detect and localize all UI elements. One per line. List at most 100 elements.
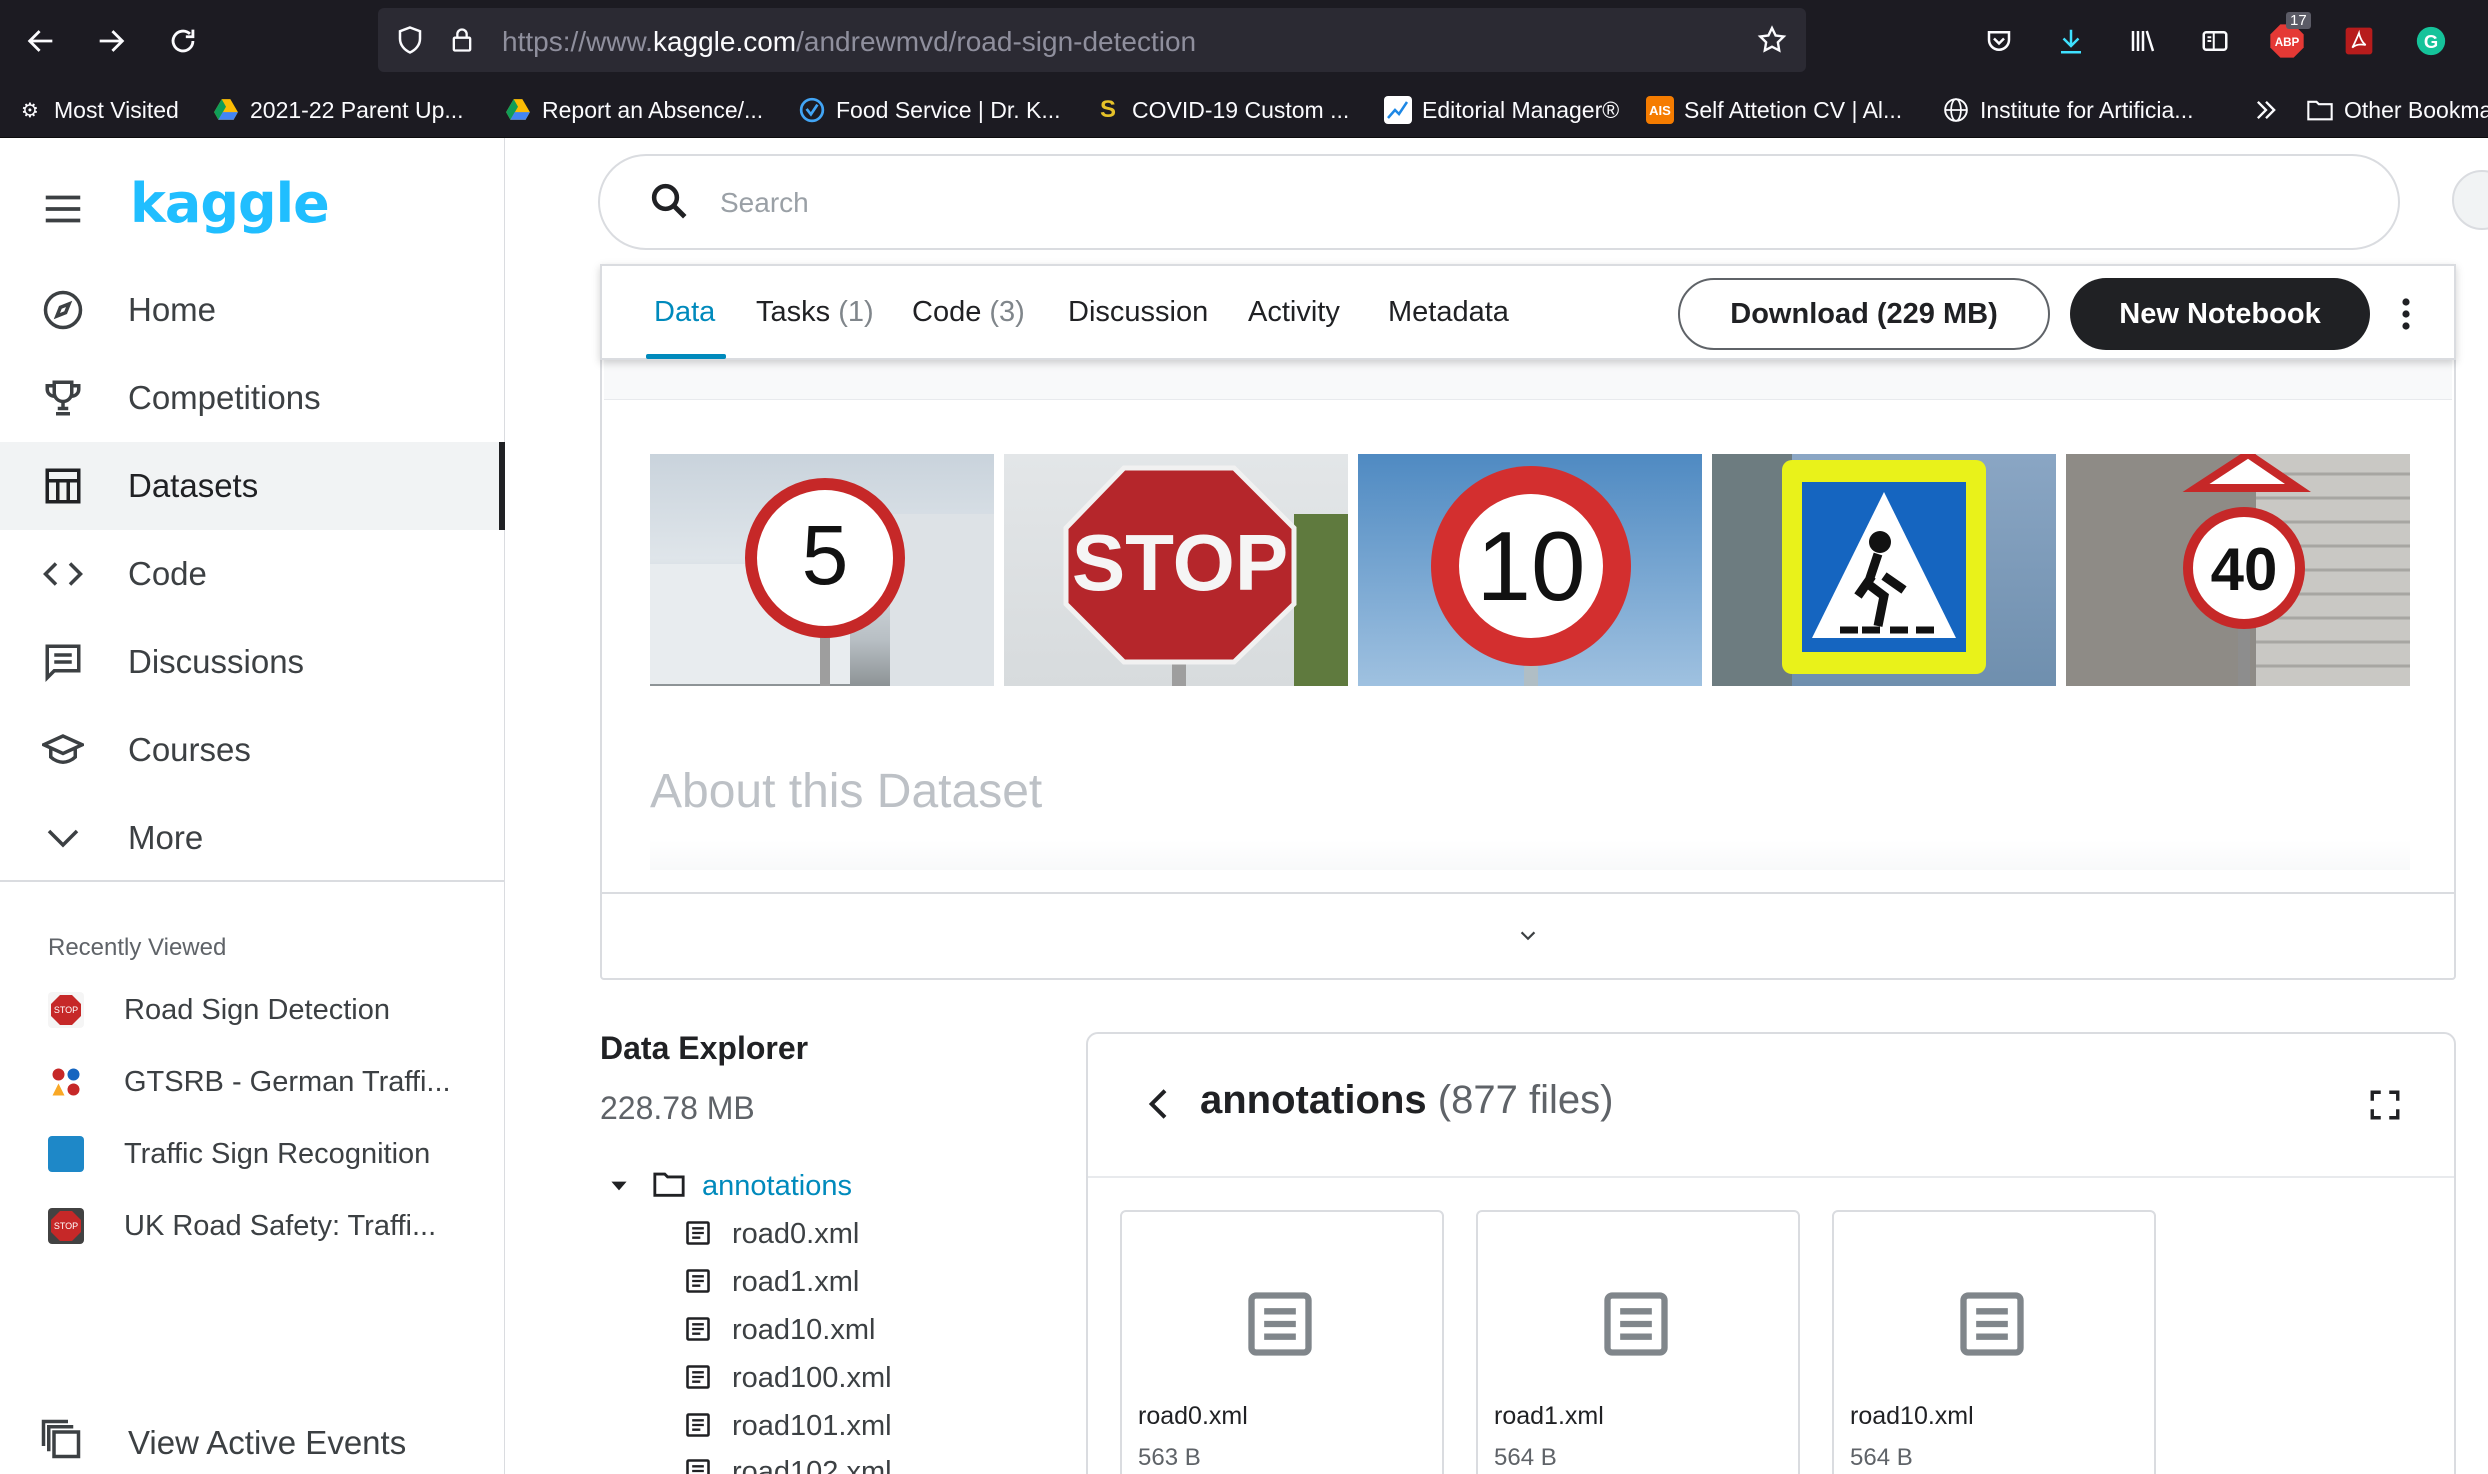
about-dataset-heading: About this Dataset	[650, 765, 1043, 818]
sidebar-item-competitions[interactable]: Competitions	[0, 354, 505, 442]
adblock-icon[interactable]: ABP 17	[2264, 12, 2311, 64]
download-icon[interactable]	[2048, 18, 2094, 64]
card-scrolled-header-strip	[604, 360, 2452, 400]
more-options-icon[interactable]	[2386, 288, 2426, 340]
document-icon	[1598, 1286, 1674, 1362]
svg-text:ABP: ABP	[2275, 36, 2300, 49]
dataset-thumbnail	[48, 1064, 84, 1100]
url-bar[interactable]: https://www.kaggle.com/andrewmvd/road-si…	[378, 8, 1806, 72]
url-text[interactable]: https://www.kaggle.com/andrewmvd/road-si…	[502, 26, 1196, 58]
recently-viewed-heading: Recently Viewed	[48, 934, 227, 961]
svg-text:STOP: STOP	[54, 1221, 78, 1231]
sidebar-item-datasets[interactable]: Datasets	[0, 442, 505, 530]
tree-file[interactable]: road101.xml	[684, 1406, 892, 1446]
document-icon	[1954, 1286, 2030, 1362]
bookmark-food-service[interactable]: Food Service | Dr. K...	[798, 92, 1061, 128]
adblock-badge: 17	[2286, 12, 2311, 29]
bookmark-covid-custom[interactable]: S COVID-19 Custom ...	[1094, 92, 1349, 128]
tab-tasks[interactable]: Tasks (1)	[756, 296, 874, 329]
grammarly-icon[interactable]: G	[2408, 18, 2454, 64]
kaggle-logo[interactable]: kaggle	[130, 172, 330, 235]
bookmark-report-absence[interactable]: Report an Absence/...	[504, 92, 763, 128]
library-icon[interactable]	[2120, 18, 2166, 64]
bookmark-editorial-manager[interactable]: Editorial Manager®	[1384, 92, 1619, 128]
comment-icon	[40, 639, 86, 685]
tree-file[interactable]: road100.xml	[684, 1358, 892, 1398]
sidebar-item-label: Home	[128, 291, 217, 328]
tree-file[interactable]: road1.xml	[684, 1262, 859, 1302]
recent-item-road-sign-detection[interactable]: STOP Road Sign Detection	[0, 978, 505, 1042]
tree-file[interactable]: road102.xml	[684, 1452, 892, 1474]
star-bookmark-icon[interactable]	[1752, 20, 1792, 60]
svg-text:G: G	[2424, 31, 2438, 52]
dataset-tab-bar: Data Tasks (1) Code (3) Discussion Activ…	[600, 264, 2456, 360]
user-avatar[interactable]	[2452, 170, 2488, 230]
caret-down-icon[interactable]	[606, 1173, 632, 1199]
tab-discussion[interactable]: Discussion	[1068, 296, 1208, 329]
trophy-icon	[40, 375, 86, 421]
chevron-down-icon	[40, 815, 86, 861]
sign-image-speed-40[interactable]: 40	[2066, 454, 2410, 686]
hamburger-menu-icon[interactable]	[40, 186, 86, 232]
recent-item-gtsrb[interactable]: GTSRB - German Traffi...	[0, 1050, 505, 1114]
lock-icon[interactable]	[442, 20, 482, 60]
document-icon	[684, 1411, 714, 1441]
file-card[interactable]: road1.xml 564 B	[1476, 1210, 1800, 1474]
tab-activity[interactable]: Activity	[1248, 296, 1340, 329]
folder-icon	[2306, 96, 2334, 124]
sidebar-item-label: Discussions	[128, 643, 305, 680]
recent-item-uk-road-safety[interactable]: STOP UK Road Safety: Traffi...	[0, 1194, 505, 1258]
file-card[interactable]: road0.xml 563 B	[1120, 1210, 1444, 1474]
sidebar-item-courses[interactable]: Courses	[0, 706, 505, 794]
bookmark-self-attention[interactable]: AIS Self Attetion CV | Al...	[1646, 92, 1902, 128]
sidebar-item-more[interactable]: More	[0, 794, 505, 882]
bookmarks-overflow-chevron-icon[interactable]	[2252, 92, 2280, 128]
editorial-manager-icon	[1384, 96, 1412, 124]
google-drive-icon	[504, 96, 532, 124]
sidebar: kaggle Home Competitions Datasets Code D…	[0, 138, 505, 1474]
bookmark-parent-update[interactable]: 2021-22 Parent Up...	[212, 92, 464, 128]
tab-data[interactable]: Data	[654, 296, 715, 329]
reader-view-icon[interactable]	[2192, 18, 2238, 64]
back-arrow-icon[interactable]	[18, 18, 64, 64]
search-icon[interactable]	[648, 180, 694, 226]
card-divider	[602, 892, 2454, 894]
tab-metadata[interactable]: Metadata	[1388, 296, 1509, 329]
pocket-icon[interactable]	[1976, 18, 2022, 64]
bookmark-most-visited[interactable]: ⚙ Most Visited	[16, 92, 179, 128]
tree-file[interactable]: road10.xml	[684, 1310, 875, 1350]
search-bar[interactable]	[598, 154, 2400, 250]
sign-text: 40	[2211, 536, 2278, 603]
expand-chevron-icon[interactable]	[1510, 918, 1546, 954]
sidebar-item-label: Datasets	[128, 467, 259, 504]
sign-image-stop[interactable]: STOP	[1004, 454, 1348, 686]
reload-icon[interactable]	[160, 18, 206, 64]
view-active-events-link[interactable]: View Active Events	[0, 1418, 505, 1474]
tab-code[interactable]: Code (3)	[912, 296, 1025, 329]
sidebar-item-code[interactable]: Code	[0, 530, 505, 618]
sidebar-item-discussions[interactable]: Discussions	[0, 618, 505, 706]
bookmark-other-bookmarks[interactable]: Other Bookma	[2306, 92, 2488, 128]
tree-folder-annotations[interactable]: annotations	[606, 1166, 852, 1206]
back-chevron-icon[interactable]	[1140, 1084, 1180, 1124]
pdf-icon[interactable]	[2336, 18, 2382, 64]
file-card[interactable]: road10.xml 564 B	[1832, 1210, 2156, 1474]
download-button[interactable]: Download (229 MB)	[1678, 278, 2050, 350]
tree-file[interactable]: road0.xml	[684, 1214, 859, 1254]
file-explorer-panel: annotations (877 files) road0.xml 563 B …	[1086, 1032, 2456, 1474]
recent-item-traffic-sign-recognition[interactable]: Traffic Sign Recognition	[0, 1122, 505, 1186]
sign-image-speed-10[interactable]: 10	[1358, 454, 1702, 686]
search-input[interactable]	[720, 178, 2320, 228]
document-icon	[684, 1457, 714, 1474]
fullscreen-icon[interactable]	[2368, 1088, 2402, 1122]
sidebar-item-label: Code	[128, 555, 207, 592]
sign-text: 5	[802, 508, 849, 602]
forward-arrow-icon[interactable]	[88, 18, 134, 64]
bookmark-institute[interactable]: Institute for Artificia...	[1942, 92, 2193, 128]
sign-image-speed-5[interactable]: 5	[650, 454, 994, 686]
shield-icon[interactable]	[390, 20, 430, 60]
about-content-fade	[650, 840, 2410, 870]
new-notebook-button[interactable]: New Notebook	[2070, 278, 2370, 350]
sign-image-crosswalk[interactable]	[1712, 454, 2056, 686]
sidebar-item-home[interactable]: Home	[0, 266, 505, 354]
